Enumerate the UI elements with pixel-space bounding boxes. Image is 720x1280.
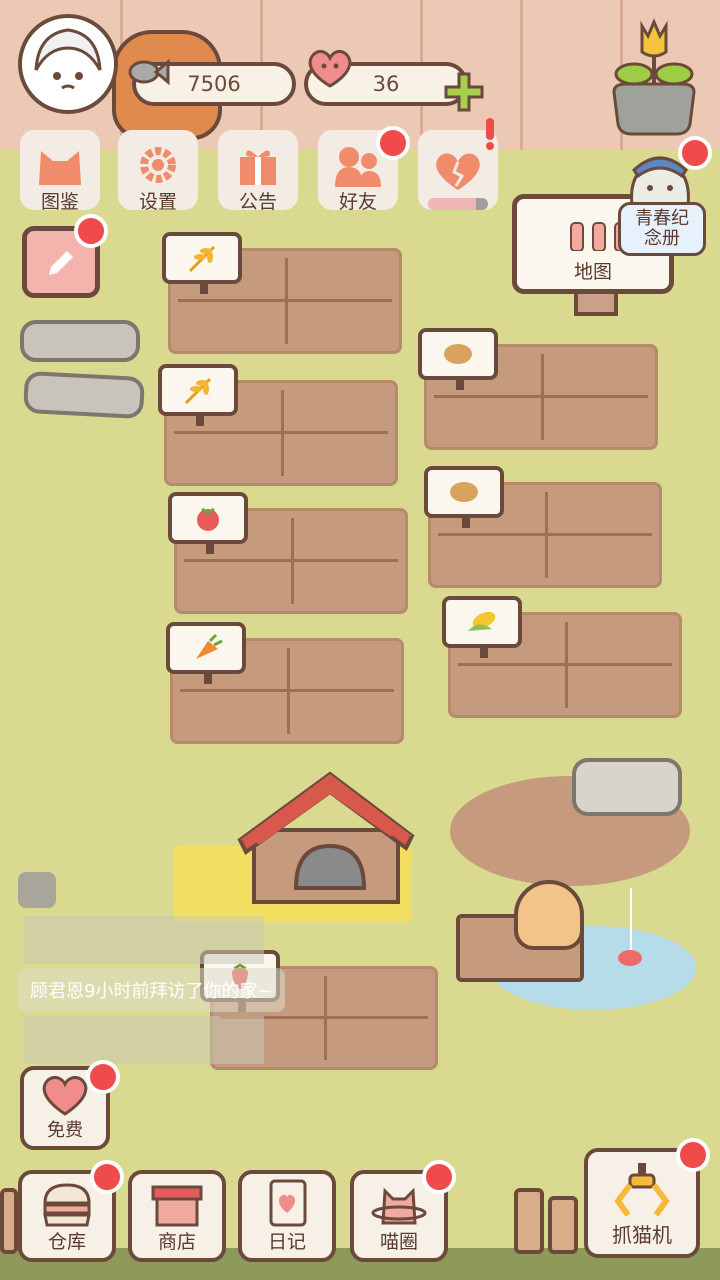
crop-sign-wheat[interactable]	[158, 364, 238, 426]
crop-sign-potato[interactable]	[418, 328, 498, 390]
hearts-progress-bar	[428, 198, 488, 210]
menu-item-label: 设置	[138, 191, 177, 213]
nav-label: 日记	[267, 1231, 306, 1253]
corn-icon	[468, 611, 496, 631]
tulip-pot-decoration[interactable]	[606, 16, 702, 140]
diary-icon	[269, 1179, 307, 1227]
crop-sign-corn[interactable]	[442, 596, 522, 658]
cat-planet-icon	[371, 1187, 427, 1225]
yearbook-label: 青春纪念册	[618, 202, 706, 256]
nav-label: 喵圈	[379, 1231, 418, 1253]
tomato-icon	[197, 507, 219, 531]
potato-icon	[444, 344, 472, 364]
potato-icon	[450, 482, 478, 502]
stone-slab	[20, 320, 140, 362]
heart-count: 36	[372, 72, 400, 96]
gear-icon	[140, 147, 176, 183]
player-avatar[interactable]	[18, 14, 118, 114]
gift-icon	[240, 150, 276, 185]
fishing-cat[interactable]	[514, 880, 584, 950]
wheat-icon	[188, 245, 216, 273]
menu-item-collection[interactable]: 图鉴	[20, 130, 100, 213]
wooden-post	[0, 1188, 18, 1254]
fishing-float	[618, 950, 642, 966]
chat-message-blurred	[24, 916, 264, 964]
fish-count: 7506	[187, 72, 241, 96]
add-hearts-plus-icon[interactable]	[444, 72, 484, 116]
nav-label: 仓库	[47, 1231, 86, 1253]
crop-sign-carrot[interactable]	[166, 622, 246, 684]
friends-notification-badge	[376, 126, 410, 160]
heart-icon	[304, 48, 356, 92]
claw-notification-badge	[676, 1138, 710, 1172]
crop-sign-wheat[interactable]	[162, 232, 242, 294]
menu-item-announcements[interactable]: 公告	[218, 130, 298, 213]
burger-icon	[43, 1183, 91, 1227]
fishing-line	[630, 888, 632, 954]
nav-label: 商店	[157, 1231, 196, 1253]
broken-heart-icon	[436, 153, 480, 190]
cat-face-icon	[39, 151, 81, 185]
warehouse-notification-badge	[90, 1160, 124, 1194]
carrot-icon	[196, 633, 223, 659]
cat-circle-notification-badge	[422, 1160, 456, 1194]
nav-shop[interactable]: 商店	[128, 1170, 226, 1262]
free-heart-notification-badge	[86, 1060, 120, 1094]
heart-face-icon	[42, 1076, 88, 1116]
claw-icon	[614, 1163, 670, 1217]
edit-notification-badge	[74, 214, 108, 248]
friends-icon	[335, 147, 381, 187]
free-label: 免费	[47, 1120, 83, 1141]
cat-house[interactable]	[220, 770, 420, 910]
visit-notification: 顾君恩9小时前拜访了你的家~	[18, 968, 285, 1012]
fish-icon	[126, 52, 170, 96]
claw-label: 抓猫机	[612, 1223, 672, 1247]
menu-item-label: 公告	[238, 191, 277, 213]
stone-bench[interactable]	[572, 758, 682, 816]
exclamation-icon	[486, 118, 496, 150]
map-signboard-post	[574, 290, 618, 316]
wooden-post	[548, 1196, 578, 1254]
wooden-post	[514, 1188, 544, 1254]
menu-item-label: 图鉴	[40, 191, 79, 213]
menu-item-label: 好友	[338, 191, 377, 213]
pencil-icon	[49, 251, 73, 275]
crop-sign-tomato[interactable]	[168, 492, 248, 554]
wheat-icon	[184, 377, 212, 405]
chat-message-blurred	[24, 1016, 264, 1064]
yearbook-notification-badge	[678, 136, 712, 170]
map-label: 地图	[573, 261, 612, 283]
crop-sign-potato[interactable]	[424, 466, 504, 528]
chat-toggle-icon[interactable]	[18, 872, 56, 908]
nav-diary[interactable]: 日记	[238, 1170, 336, 1262]
shop-icon	[151, 1185, 203, 1227]
stone-slab	[22, 370, 146, 420]
menu-item-settings[interactable]: 设置	[118, 130, 198, 213]
